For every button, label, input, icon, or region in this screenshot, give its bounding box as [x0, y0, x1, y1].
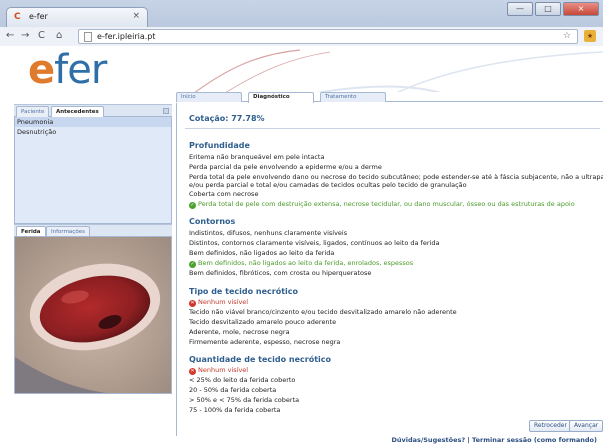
check-icon: ✓ — [189, 202, 196, 209]
diagnosis-content: Cotação: 77.78% Profundidade Eritema não… — [176, 103, 603, 436]
tab-paciente[interactable]: Paciente — [16, 106, 50, 117]
option-item[interactable]: Perda total da pele envolvendo dano ou n… — [189, 173, 603, 181]
option-item[interactable]: Tecido não viável branco/cinzento e/ou t… — [189, 308, 457, 316]
option-item-correct[interactable]: ✓ Perda total de pele com destruição exte… — [189, 200, 575, 209]
patient-panel: Paciente Antecedentes Pneumonia Desnutri… — [14, 104, 172, 224]
address-bar[interactable]: e-fer.ipleiria.pt ☆ — [78, 29, 578, 44]
decorative-swoosh — [189, 49, 603, 96]
option-item[interactable]: e/ou perda parcial e total e/ou camadas … — [189, 181, 467, 189]
home-icon[interactable]: ⌂ — [56, 28, 62, 44]
close-window-button[interactable]: × — [563, 2, 599, 16]
footer-links: Dúvidas/Sugestões? | Terminar sessão (co… — [391, 436, 597, 444]
favicon-icon: C — [14, 12, 21, 22]
browser-tab[interactable]: C e-fer × — [6, 7, 148, 27]
option-item[interactable]: Indistintos, difusos, nenhuns claramente… — [189, 229, 347, 237]
main-panel: Início Diagnóstico Tratamento Cotação: 7… — [176, 92, 603, 436]
option-item[interactable]: Bem definidos, não ligados ao leito da f… — [189, 249, 334, 257]
antecedentes-list: Pneumonia Desnutrição — [14, 116, 172, 224]
option-item[interactable]: > 50% e < 75% da ferida coberta — [189, 396, 299, 404]
option-item[interactable]: Eritema não branqueável em pele intacta — [189, 153, 324, 161]
option-item[interactable]: < 25% do leito da ferida coberto — [189, 376, 295, 384]
main-tabs: Início Diagnóstico Tratamento — [176, 92, 603, 103]
browser-chrome: C e-fer × — □ × ← → C ⌂ e-fer.ipleiria.p… — [0, 0, 603, 46]
tab-diagnostico[interactable]: Diagnóstico — [248, 92, 314, 103]
tab-antecedentes[interactable]: Antecedentes — [51, 106, 104, 117]
option-item[interactable]: Aderente, mole, necrose negra — [189, 328, 290, 336]
divider — [185, 128, 600, 129]
option-item[interactable]: Distintos, contornos claramente visíveis… — [189, 239, 439, 247]
help-link[interactable]: Dúvidas/Sugestões? — [391, 436, 465, 444]
list-item[interactable]: Desnutrição — [15, 127, 171, 137]
tab-inicio[interactable]: Início — [176, 92, 242, 102]
page-icon — [84, 32, 92, 42]
wound-photo — [14, 236, 172, 394]
option-item-wrong[interactable]: ✕ Nenhum visível — [189, 366, 248, 375]
efer-logo: efer — [28, 47, 107, 93]
separator: | — [467, 436, 470, 444]
next-button[interactable]: Avançar — [569, 420, 603, 432]
logout-link[interactable]: Terminar sessão (como formando) — [472, 436, 597, 444]
panel-toggle-icon[interactable] — [163, 108, 169, 114]
bookmark-star-icon[interactable]: ☆ — [563, 31, 573, 41]
option-item-correct[interactable]: ✓ Bem definidos, não ligados ao leito da … — [189, 259, 413, 268]
window-controls: — □ × — [507, 2, 599, 16]
section-title: Quantidade de tecido necrótico — [189, 355, 332, 364]
option-item[interactable]: 75 - 100% da ferida coberta — [189, 406, 280, 414]
section-title: Contornos — [189, 217, 236, 226]
tab-tratamento[interactable]: Tratamento — [320, 92, 386, 102]
maximize-button[interactable]: □ — [535, 2, 561, 16]
score-text: Cotação: 77.78% — [189, 114, 265, 123]
cross-icon: ✕ — [189, 368, 196, 375]
wound-tabs: Ferida Informações — [14, 224, 172, 237]
option-item[interactable]: Firmemente aderente, espesso, necrose ne… — [189, 338, 340, 346]
minimize-button[interactable]: — — [507, 2, 533, 16]
tab-title: e-fer — [29, 12, 48, 21]
option-item[interactable]: 20 - 50% da ferida coberta — [189, 386, 276, 394]
option-item[interactable]: Bem definidos, fibróticos, com crosta ou… — [189, 269, 371, 277]
url-text: e-fer.ipleiria.pt — [97, 32, 156, 41]
option-item[interactable]: Perda parcial da pele envolvendo a epide… — [189, 163, 382, 171]
patient-tabs: Paciente Antecedentes — [14, 104, 172, 117]
forward-arrow-icon[interactable]: → — [21, 28, 29, 44]
reload-icon[interactable]: C — [38, 28, 45, 44]
extension-icon[interactable]: ★ — [584, 30, 596, 42]
list-item[interactable]: Pneumonia — [15, 117, 171, 127]
cross-icon: ✕ — [189, 300, 196, 307]
back-arrow-icon[interactable]: ← — [6, 28, 14, 44]
option-item[interactable]: Coberta com necrose — [189, 190, 258, 198]
back-button[interactable]: Retroceder — [529, 420, 572, 432]
option-item[interactable]: Tecido desvitalizado amarelo pouco adere… — [189, 318, 336, 326]
close-tab-icon[interactable]: × — [132, 11, 140, 21]
section-title: Profundidade — [189, 141, 250, 150]
browser-toolbar: ← → C ⌂ e-fer.ipleiria.pt ☆ ★ — [0, 27, 603, 46]
section-title: Tipo de tecido necrótico — [189, 287, 298, 296]
option-item-wrong[interactable]: ✕ Nenhum visível — [189, 298, 248, 307]
check-icon: ✓ — [189, 261, 196, 268]
